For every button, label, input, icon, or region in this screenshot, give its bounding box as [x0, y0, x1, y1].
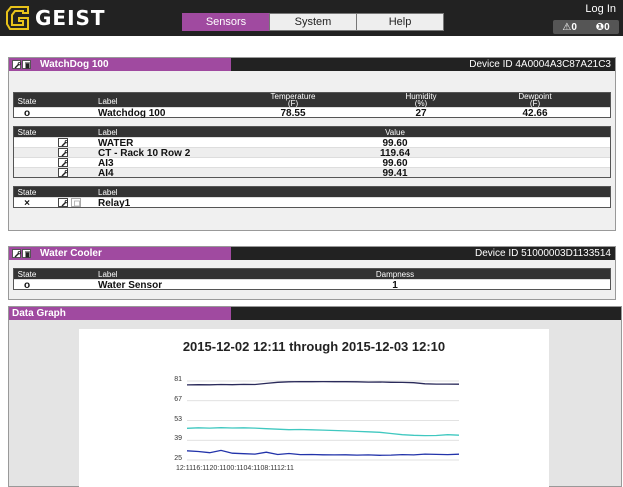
col-state: State	[17, 188, 37, 197]
delete-device-button[interactable]	[22, 249, 31, 258]
table-row[interactable]: o Water Sensor 1	[14, 279, 610, 291]
sensor-value: 99.41	[382, 168, 408, 179]
info-count: 0	[604, 21, 610, 33]
analog-table: State Label Value WATER 99.60 CT - Rack …	[13, 126, 611, 179]
wrench-icon	[14, 251, 21, 258]
device-title: Water Cooler	[40, 248, 102, 259]
sensor-label: Water Sensor	[98, 280, 163, 291]
tab-sensors[interactable]: Sensors	[182, 13, 270, 31]
col-label: Label	[98, 97, 118, 106]
watchdog-panel: WatchDog 100 Device ID 4A0004A3C87A21C3 …	[8, 57, 616, 231]
table-row[interactable]: AI4 99.41	[14, 167, 610, 179]
relay-toggle-button[interactable]	[71, 198, 81, 207]
delete-device-button[interactable]	[22, 60, 31, 69]
login-link[interactable]: Log In	[585, 3, 616, 15]
trash-icon	[25, 251, 30, 258]
col-dampness: Dampness	[375, 270, 415, 279]
x-tick-labels: 12:1116:1120:1100:1104:1108:1112:11	[176, 465, 294, 472]
dampness-value: 1	[392, 280, 398, 291]
col-state: State	[17, 97, 37, 106]
series-line-1	[186, 427, 460, 437]
edit-device-button[interactable]	[12, 249, 21, 258]
alert-counters[interactable]: ⚠0 ❶0	[553, 20, 619, 34]
device-id: Device ID 4A0004A3C87A21C3	[469, 59, 611, 70]
info-circle-icon: ❶	[595, 21, 605, 33]
table-row[interactable]: o Watchdog 100 78.55 27 42.66	[14, 107, 610, 119]
main-nav: Sensors System Help	[182, 13, 444, 31]
graph-panel-title: Data Graph	[9, 307, 231, 320]
state-indicator: o	[23, 280, 31, 291]
col-label: Label	[98, 188, 118, 197]
col-value: Value	[385, 128, 405, 137]
table-row[interactable]: × Relay1	[14, 197, 610, 209]
state-indicator: o	[23, 108, 31, 119]
table-row[interactable]: WATER 99.60	[14, 137, 610, 149]
table-header: State Label Dampness	[14, 269, 610, 279]
configure-sensor-button[interactable]	[58, 158, 68, 167]
trash-icon	[25, 62, 30, 69]
data-graph-panel: Data Graph 2015-12-02 12:11 through 2015…	[8, 306, 622, 487]
table-header: State Label Temperature (F) Humidity (%)…	[14, 92, 610, 108]
series-line-2	[186, 449, 460, 456]
configure-sensor-button[interactable]	[58, 138, 68, 147]
col-label: Label	[98, 128, 118, 137]
wrench-icon	[14, 62, 21, 69]
relay-state-indicator: ×	[24, 198, 30, 209]
dampness-table: State Label Dampness o Water Sensor 1	[13, 268, 611, 291]
panel-header: WatchDog 100 Device ID 4A0004A3C87A21C3	[9, 58, 615, 71]
relay-table: State Label × Relay1	[13, 186, 611, 209]
geist-logo[interactable]: GEIST	[6, 3, 106, 33]
tab-help[interactable]: Help	[356, 13, 444, 31]
table-row[interactable]: CT - Rack 10 Row 2 119.64	[14, 147, 610, 159]
dewpoint-value: 42.66	[522, 108, 548, 119]
panel-header: Water Cooler Device ID 51000003D1133514	[9, 247, 615, 260]
panel-title-tab: WatchDog 100	[9, 58, 231, 71]
logo-icon	[6, 6, 29, 30]
temperature-value: 78.55	[280, 108, 306, 119]
configure-sensor-button[interactable]	[58, 168, 68, 177]
col-state: State	[17, 270, 37, 279]
app-header: GEIST Sensors System Help Log In ⚠0 ❶0	[0, 0, 623, 36]
warning-triangle-icon: ⚠	[562, 21, 572, 33]
alarm-counter[interactable]: ⚠0	[562, 22, 577, 33]
line-chart[interactable]	[79, 329, 549, 487]
wrench-icon	[61, 199, 68, 207]
water-cooler-panel: Water Cooler Device ID 51000003D1133514 …	[8, 246, 616, 300]
table-header: State Label Value	[14, 127, 610, 137]
col-label: Label	[98, 270, 118, 279]
tab-system[interactable]: System	[269, 13, 357, 31]
configure-relay-button[interactable]	[58, 198, 68, 207]
sensor-label: AI4	[98, 168, 114, 179]
table-header: State Label	[14, 187, 610, 197]
edit-device-button[interactable]	[12, 60, 21, 69]
climate-table: State Label Temperature (F) Humidity (%)…	[13, 92, 611, 119]
device-id: Device ID 51000003D1133514	[474, 248, 611, 259]
device-title: WatchDog 100	[40, 59, 109, 70]
table-row[interactable]: AI3 99.60	[14, 157, 610, 169]
relay-label: Relay1	[98, 198, 131, 209]
configure-sensor-button[interactable]	[58, 148, 68, 157]
logo-text: GEIST	[35, 6, 106, 30]
wrench-icon	[61, 169, 68, 177]
panel-header: Data Graph	[9, 307, 621, 320]
sensor-label: Watchdog 100	[98, 108, 166, 119]
alarm-count: 0	[571, 21, 577, 33]
toggle-icon	[74, 200, 80, 207]
series-line-0	[186, 380, 460, 386]
info-counter[interactable]: ❶0	[596, 22, 610, 33]
col-state: State	[17, 128, 37, 137]
graph-area: 2015-12-02 12:11 through 2015-12-03 12:1…	[79, 329, 549, 487]
humidity-value: 27	[415, 108, 427, 119]
panel-title-tab: Water Cooler	[9, 247, 231, 260]
